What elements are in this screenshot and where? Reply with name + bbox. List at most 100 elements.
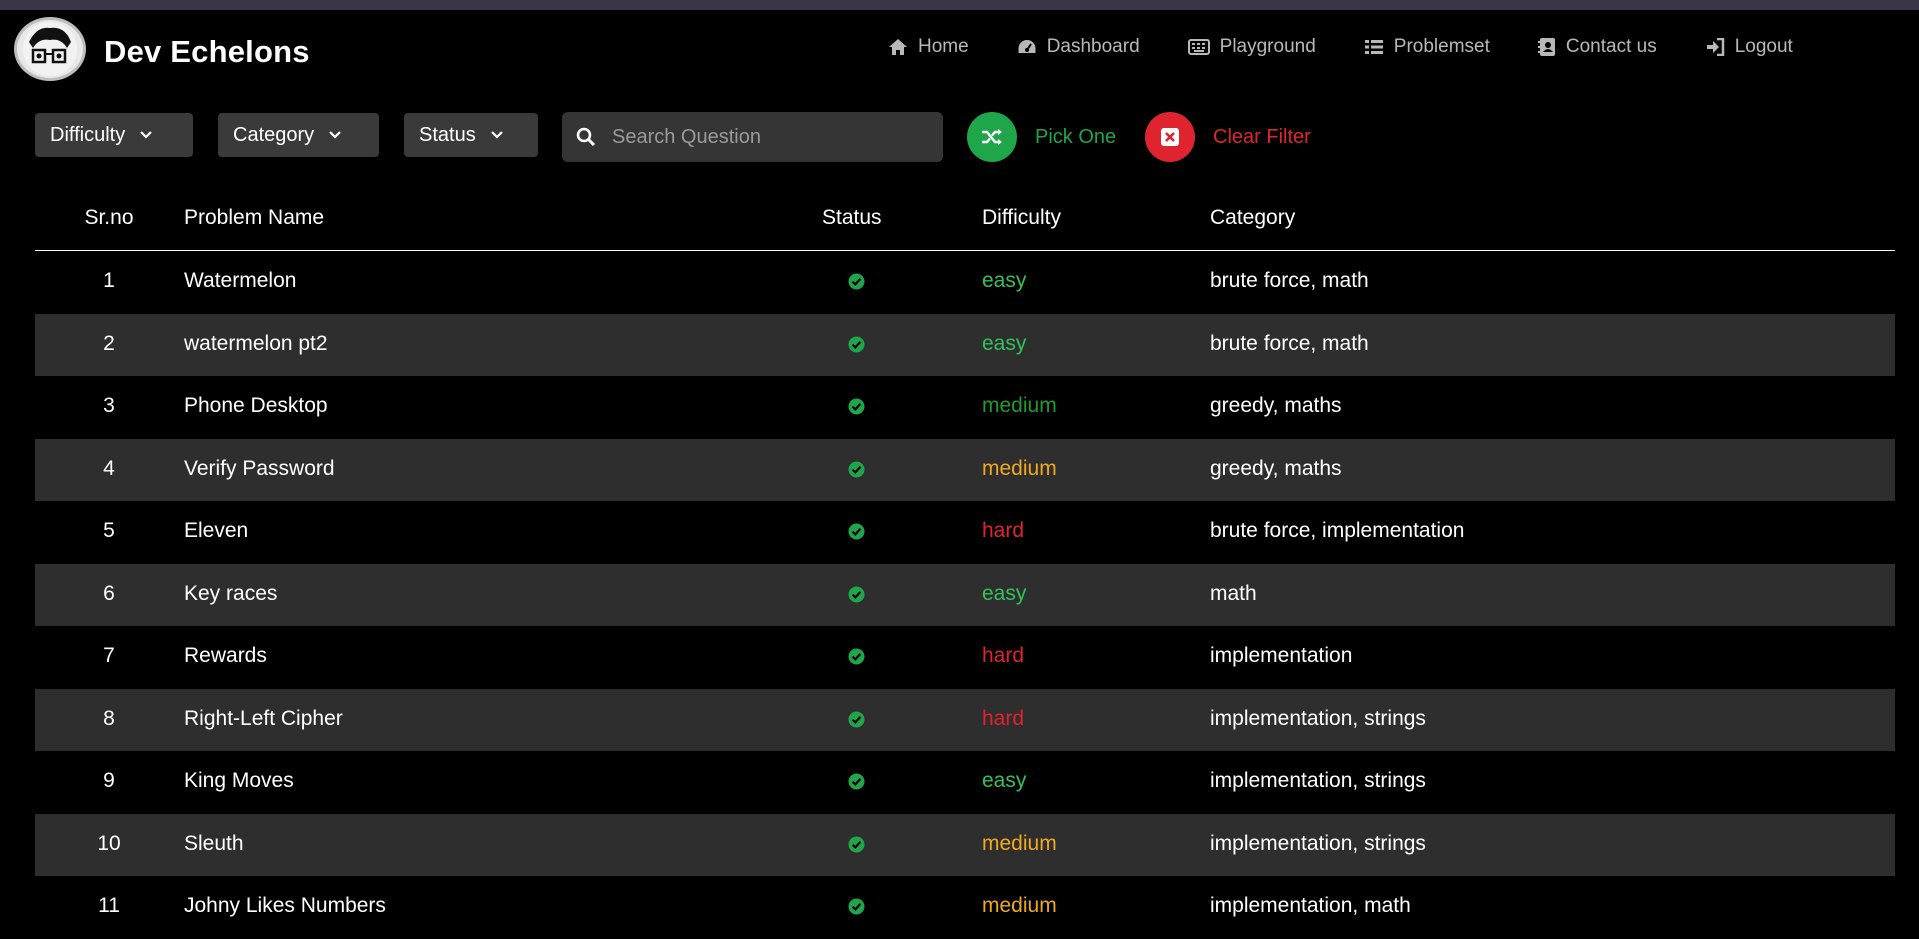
check-circle-icon bbox=[848, 647, 865, 671]
header-sr: Sr.no bbox=[84, 206, 134, 229]
table-row[interactable]: 2 watermelon pt2 easy brute force, math bbox=[35, 313, 1895, 376]
header-difficulty: Difficulty bbox=[982, 206, 1061, 229]
row-category: math bbox=[1210, 581, 1257, 605]
shuffle-icon bbox=[982, 129, 1002, 145]
keyboard-icon bbox=[1187, 39, 1210, 55]
table-row[interactable]: 8 Right-Left Cipher hard implementation, st… bbox=[35, 688, 1895, 751]
main-nav: Home Dashboard Playground Problemset Con… bbox=[888, 36, 1841, 58]
row-sr: 1 bbox=[103, 269, 115, 292]
table-row[interactable]: 4 Verify Password medium greedy, maths bbox=[35, 438, 1895, 501]
nav-playground[interactable]: Playground bbox=[1187, 36, 1316, 58]
category-dropdown-label: Category bbox=[233, 123, 315, 146]
row-sr: 5 bbox=[103, 519, 115, 542]
row-difficulty: medium bbox=[982, 894, 1057, 917]
search-box bbox=[562, 112, 943, 162]
search-input[interactable] bbox=[610, 124, 914, 150]
check-circle-icon bbox=[848, 897, 865, 921]
row-category: implementation bbox=[1210, 644, 1353, 667]
row-difficulty: easy bbox=[982, 581, 1027, 605]
search-icon bbox=[576, 127, 596, 147]
difficulty-dropdown-label: Difficulty bbox=[50, 123, 126, 146]
row-category: brute force, math bbox=[1210, 269, 1369, 292]
row-problem-name[interactable]: Watermelon bbox=[184, 269, 296, 293]
clear-filter-label[interactable]: Clear Filter bbox=[1213, 126, 1311, 149]
check-circle-icon bbox=[848, 835, 865, 859]
table-header: Sr.no Problem Name Status Difficulty Cat… bbox=[35, 196, 1895, 251]
pick-one-button[interactable] bbox=[967, 112, 1017, 162]
nav-home[interactable]: Home bbox=[888, 36, 969, 58]
table-row[interactable]: 10 Sleuth medium implementation, strings bbox=[35, 813, 1895, 876]
row-problem-name[interactable]: Right-Left Cipher bbox=[184, 707, 343, 731]
row-category: brute force, implementation bbox=[1210, 519, 1465, 542]
category-dropdown[interactable]: Category bbox=[218, 113, 379, 157]
row-category: implementation, strings bbox=[1210, 769, 1426, 792]
row-problem-name[interactable]: Key races bbox=[184, 582, 277, 606]
home-icon bbox=[889, 39, 907, 55]
nav-home-label: Home bbox=[918, 36, 969, 57]
check-circle-icon bbox=[848, 710, 865, 734]
nav-dashboard[interactable]: Dashboard bbox=[1017, 36, 1140, 58]
nav-playground-label: Playground bbox=[1219, 36, 1316, 57]
status-dropdown[interactable]: Status bbox=[404, 113, 538, 157]
row-difficulty: easy bbox=[982, 331, 1027, 355]
row-problem-name[interactable]: King Moves bbox=[184, 769, 294, 793]
table-row[interactable]: 1 Watermelon easy brute force, math bbox=[35, 251, 1895, 314]
header-category: Category bbox=[1210, 206, 1296, 229]
check-circle-icon bbox=[848, 772, 865, 796]
nav-problemset-label: Problemset bbox=[1393, 36, 1490, 57]
row-problem-name[interactable]: watermelon pt2 bbox=[184, 332, 328, 356]
row-problem-name[interactable]: Rewards bbox=[184, 644, 267, 668]
row-problem-name[interactable]: Verify Password bbox=[184, 457, 335, 481]
logo[interactable] bbox=[14, 17, 86, 81]
table-row[interactable]: 11 Johny Likes Numbers medium implementatio… bbox=[35, 876, 1895, 939]
table-row[interactable]: 6 Key races easy math bbox=[35, 563, 1895, 626]
row-difficulty: easy bbox=[982, 269, 1027, 292]
row-category: implementation, strings bbox=[1210, 831, 1426, 855]
top-strip bbox=[0, 0, 1919, 10]
dashboard-icon bbox=[1018, 40, 1036, 53]
row-difficulty: medium bbox=[982, 456, 1057, 480]
close-icon bbox=[1161, 128, 1179, 146]
chevron-down-icon bbox=[490, 131, 503, 139]
row-category: brute force, math bbox=[1210, 331, 1369, 355]
contact-icon bbox=[1537, 38, 1555, 56]
table-row[interactable]: 7 Rewards hard implementation bbox=[35, 626, 1895, 689]
check-circle-icon bbox=[848, 272, 865, 296]
header-status: Status bbox=[822, 206, 882, 229]
row-problem-name[interactable]: Eleven bbox=[184, 519, 248, 543]
check-circle-icon bbox=[848, 585, 865, 609]
row-problem-name[interactable]: Johny Likes Numbers bbox=[184, 894, 386, 918]
row-problem-name[interactable]: Phone Desktop bbox=[184, 394, 328, 418]
row-sr: 3 bbox=[103, 394, 115, 417]
nav-problemset[interactable]: Problemset bbox=[1364, 36, 1490, 58]
status-dropdown-label: Status bbox=[419, 123, 476, 146]
table-row[interactable]: 5 Eleven hard brute force, implementation bbox=[35, 501, 1895, 564]
table-row[interactable]: 9 King Moves easy implementation, strings bbox=[35, 751, 1895, 814]
logout-icon bbox=[1706, 38, 1724, 56]
row-difficulty: medium bbox=[982, 394, 1057, 417]
check-circle-icon bbox=[848, 460, 865, 484]
nav-logout[interactable]: Logout bbox=[1705, 36, 1793, 58]
brand-title[interactable]: Dev Echelons bbox=[104, 34, 310, 70]
check-circle-icon bbox=[848, 335, 865, 359]
row-sr: 11 bbox=[98, 894, 120, 917]
row-difficulty: hard bbox=[982, 644, 1025, 667]
check-circle-icon bbox=[848, 522, 865, 546]
row-sr: 9 bbox=[103, 769, 115, 792]
clear-filter-button[interactable] bbox=[1145, 112, 1195, 162]
list-icon bbox=[1364, 40, 1383, 54]
row-difficulty: hard bbox=[982, 519, 1025, 542]
chevron-down-icon bbox=[140, 131, 152, 139]
table-row[interactable]: 3 Phone Desktop medium greedy, maths bbox=[35, 376, 1895, 439]
chevron-down-icon bbox=[329, 131, 341, 139]
row-problem-name[interactable]: Sleuth bbox=[184, 832, 244, 856]
row-difficulty: hard bbox=[982, 706, 1025, 730]
row-category: implementation, math bbox=[1210, 894, 1411, 917]
row-sr: 2 bbox=[103, 331, 115, 355]
nav-contact[interactable]: Contact us bbox=[1537, 36, 1657, 58]
row-difficulty: easy bbox=[982, 769, 1027, 792]
pick-one-label[interactable]: Pick One bbox=[1035, 126, 1116, 149]
row-category: greedy, maths bbox=[1210, 394, 1342, 417]
difficulty-dropdown[interactable]: Difficulty bbox=[35, 113, 193, 157]
nav-logout-label: Logout bbox=[1734, 36, 1793, 57]
